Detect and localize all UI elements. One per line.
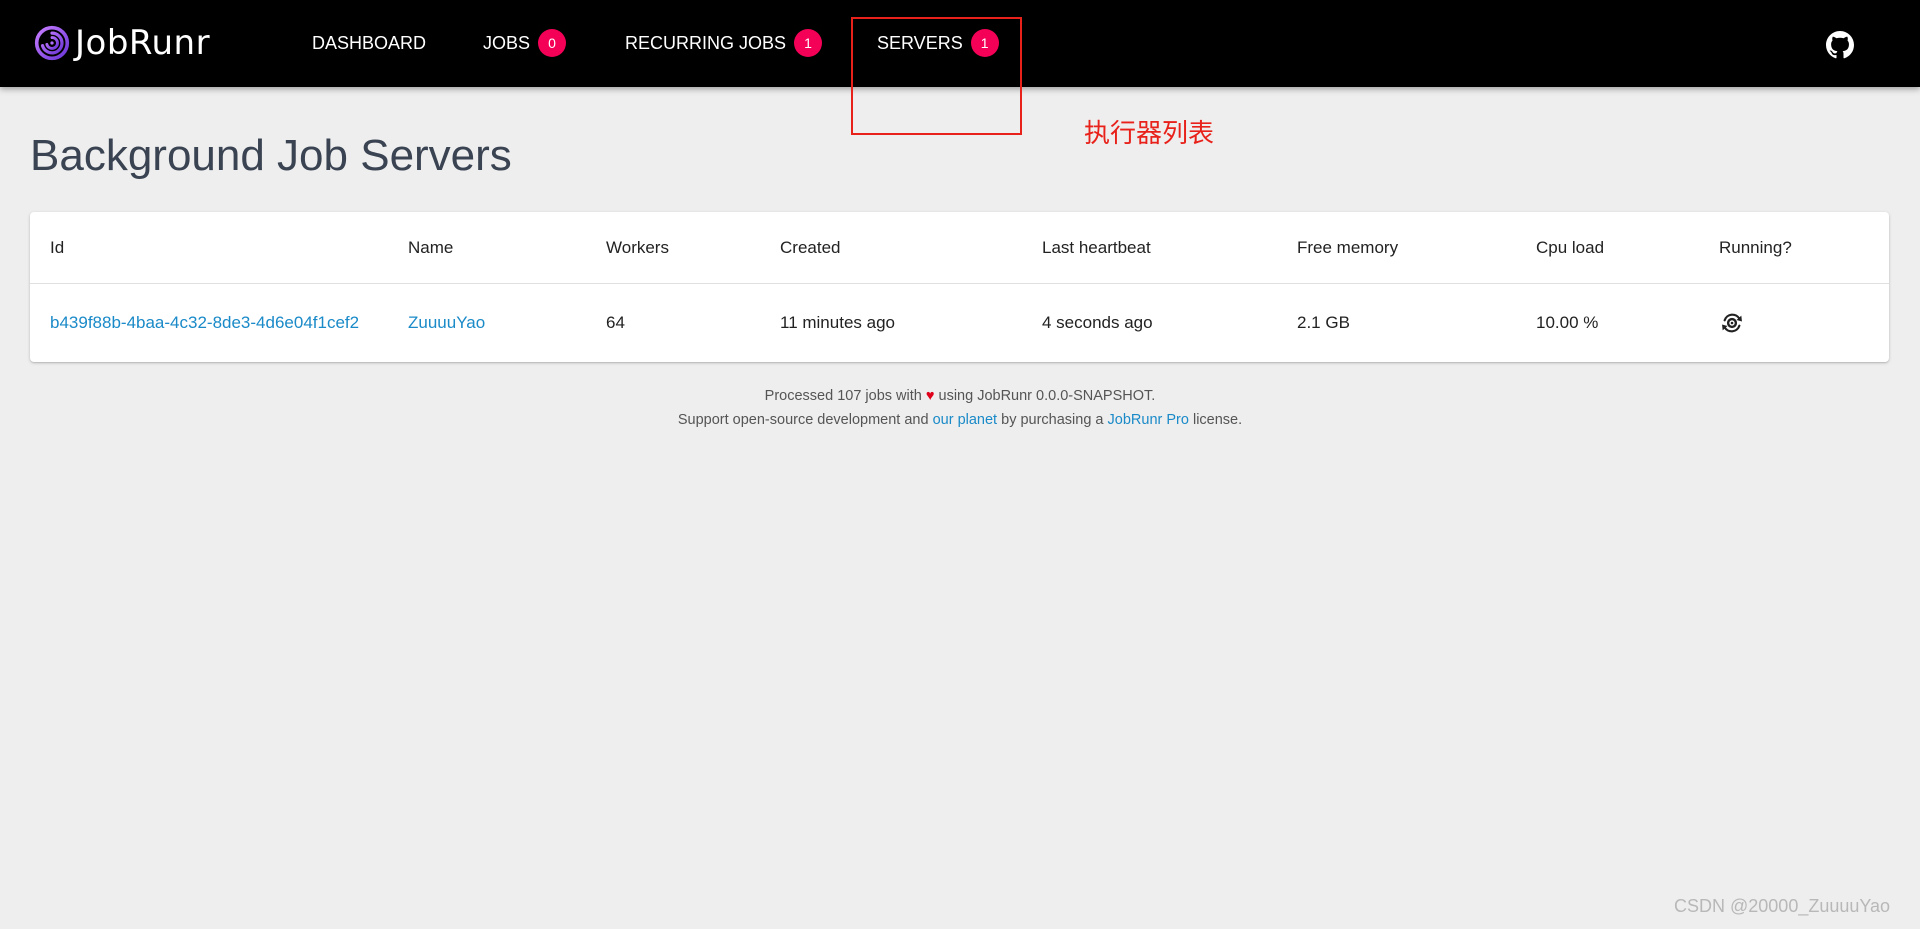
logo-text: JobRunr (75, 23, 211, 63)
column-header-running: Running? (1719, 237, 1792, 257)
column-header-created: Created (780, 237, 841, 257)
jobrunr-pro-link[interactable]: JobRunr Pro (1108, 412, 1189, 428)
page-title: Background Job Servers (30, 131, 512, 180)
our-planet-link[interactable]: our planet (933, 412, 998, 428)
server-name-link[interactable]: ZuuuuYao (408, 284, 485, 362)
spiral-logo-icon (34, 25, 70, 61)
nav-dashboard-label: DASHBOARD (312, 32, 427, 53)
nav-recurring-jobs[interactable]: RECURRING JOBS 1 (625, 28, 823, 58)
footer-purchasing-text: by purchasing a (1001, 412, 1104, 428)
server-running-status (1719, 284, 1745, 362)
running-gear-icon (1722, 313, 1742, 333)
nav-jobs-label: JOBS (483, 32, 531, 53)
column-header-last-heartbeat: Last heartbeat (1042, 237, 1151, 257)
nav-dashboard[interactable]: DASHBOARD (312, 28, 426, 58)
column-header-free-memory: Free memory (1297, 237, 1399, 257)
column-header-cpu-load: Cpu load (1536, 237, 1605, 257)
jobs-count-badge: 0 (538, 29, 567, 57)
github-icon[interactable] (1826, 31, 1854, 59)
csdn-watermark: CSDN @20000_ZuuuuYao (1674, 896, 1891, 916)
footer-processed-text: Processed 107 jobs with (764, 388, 922, 404)
column-header-id: Id (50, 237, 65, 257)
column-header-workers: Workers (606, 237, 669, 257)
footer-license-text: license. (1192, 412, 1243, 428)
nav-jobs[interactable]: JOBS 0 (483, 28, 567, 58)
server-free-memory: 2.1 GB (1297, 313, 1350, 332)
annotation-label: 执行器列表 (1084, 118, 1215, 148)
server-cpu-load: 10.00 % (1536, 313, 1599, 332)
server-id-link[interactable]: b439f88b-4baa-4c32-8de3-4d6e04f1cef2 (50, 284, 359, 362)
heart-icon: ♥ (925, 388, 935, 404)
footer-version-text: using JobRunr 0.0.0-SNAPSHOT. (938, 388, 1156, 404)
column-header-name: Name (408, 237, 454, 257)
server-created: 11 minutes ago (780, 313, 895, 332)
annotation-highlight-box (851, 17, 1022, 135)
footer: Processed 107 jobs with ♥ using JobRunr … (0, 384, 1920, 432)
nav-recurring-jobs-label: RECURRING JOBS (625, 32, 787, 53)
table-header-row: Id Name Workers Created Last heartbeat F… (30, 212, 1889, 284)
table-row: b439f88b-4baa-4c32-8de3-4d6e04f1cef2 Zuu… (30, 284, 1889, 362)
recurring-jobs-count-badge: 1 (794, 29, 823, 57)
jobrunr-logo[interactable]: JobRunr (34, 23, 210, 63)
footer-line-1: Processed 107 jobs with ♥ using JobRunr … (0, 384, 1920, 408)
footer-line-2: Support open-source development and our … (0, 408, 1920, 432)
footer-support-text: Support open-source development and (677, 412, 929, 428)
servers-table: Id Name Workers Created Last heartbeat F… (30, 212, 1889, 362)
server-workers: 64 (606, 313, 625, 332)
server-last-heartbeat: 4 seconds ago (1042, 313, 1153, 332)
